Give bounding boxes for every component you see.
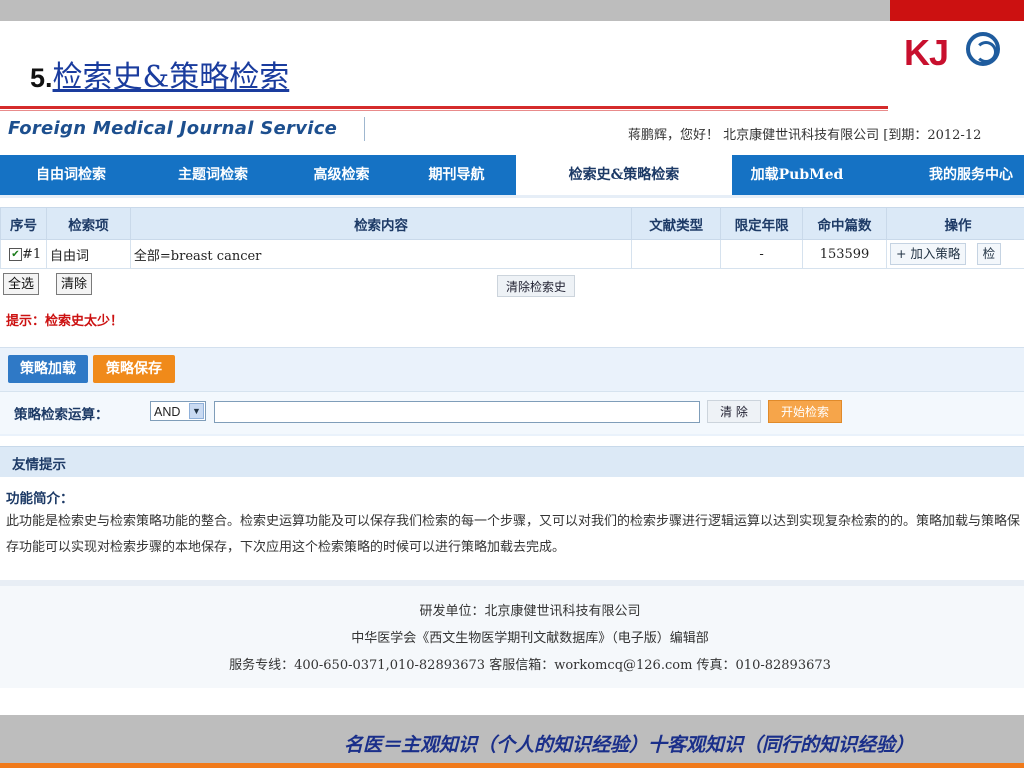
kj-logo-ring-icon [966, 32, 1000, 66]
col-header-field: 检索项 [45, 207, 131, 240]
history-tip: 提示：检索史太少！ [6, 314, 124, 329]
title-underline-thin [0, 110, 888, 111]
row-search-button[interactable]: 检 [976, 243, 1002, 265]
tips-header [0, 446, 1024, 477]
row-no: #1 [22, 246, 42, 262]
kj-logo-text: KJ [904, 32, 949, 73]
strategy-load-button[interactable]: 策略加载 [8, 355, 88, 383]
operator-value: AND [154, 405, 181, 419]
strategy-clear-button[interactable]: 清 除 [707, 400, 761, 423]
tips-title: 友情提示 [12, 457, 66, 473]
col-header-content: 检索内容 [129, 207, 633, 240]
title-underline [0, 106, 888, 109]
clear-selection-button[interactable]: 清除 [56, 273, 93, 295]
nav-tab-free-text[interactable]: 自由词检索 [0, 155, 142, 195]
slide-footer-quote: 名医＝主观知识（个人的知识经验）十客观知识（同行的知识经验） [344, 734, 915, 756]
nav-tab-pubmed[interactable]: 加载PubMed [732, 155, 862, 195]
row-years: - [720, 239, 804, 269]
col-header-no: 序号 [0, 207, 47, 240]
slide-title-number: 5. [30, 63, 53, 93]
row-content: 全部=breast cancer [129, 239, 633, 269]
slide-bottom-accent [0, 763, 1024, 768]
col-header-actions: 操作 [885, 207, 1024, 240]
nav-tab-service-center[interactable]: 我的服务中心 [906, 155, 1024, 195]
col-header-doctype: 文献类型 [631, 207, 722, 240]
table-row: ✔ #1 自由词 全部=breast cancer - 153599 + 加入策略… [0, 239, 1024, 269]
col-header-years: 限定年限 [720, 207, 804, 240]
page-footer: 研发单位：北京康健世讯科技有限公司 中华医学会《西文生物医学期刊文献数据库》（电… [0, 586, 1024, 688]
start-search-button[interactable]: 开始检索 [768, 400, 842, 423]
header-divider [364, 117, 365, 141]
footer-developer: 研发单位：北京康健世讯科技有限公司 [419, 604, 641, 619]
row-doctype [631, 239, 722, 269]
history-header-row: 序号 检索项 检索内容 文献类型 限定年限 命中篇数 操作 [0, 207, 1024, 240]
history-table: 序号 检索项 检索内容 文献类型 限定年限 命中篇数 操作 ✔ #1 自由词 全部… [0, 207, 1024, 269]
strategy-operation-label: 策略检索运算： [14, 407, 109, 423]
user-info: 蒋鹏辉，您好！ 北京康健世讯科技有限公司 [到期：2012-12 [628, 128, 982, 143]
nav-tab-subject[interactable]: 主题词检索 [142, 155, 284, 195]
add-to-strategy-button[interactable]: + 加入策略 [889, 243, 967, 265]
strategy-expression-input[interactable] [214, 401, 700, 423]
function-intro-text: 此功能是检索史与检索策略功能的整合。检索史运算功能及可以保存我们检索的每一个步骤… [6, 514, 1021, 555]
clear-history-button[interactable]: 清除检索史 [497, 275, 576, 297]
footer-publisher: 中华医学会《西文生物医学期刊文献数据库》（电子版）编辑部 [351, 631, 709, 646]
row-no-cell: ✔ #1 [0, 239, 47, 269]
operator-select[interactable]: AND ▼ [150, 401, 206, 421]
nav-tab-journals[interactable]: 期刊导航 [399, 155, 514, 195]
slide-top-accent [890, 0, 1024, 21]
slide-title: 5.检索史&策略检索 [30, 52, 289, 96]
kj-logo: KJ [904, 30, 1004, 76]
col-header-hits: 命中篇数 [802, 207, 887, 240]
slide-top-bar [0, 0, 890, 21]
main-nav: 自由词检索 主题词检索 高级检索 期刊导航 检索史&策略检索 加载PubMed … [0, 155, 1024, 198]
row-field: 自由词 [45, 239, 131, 269]
nav-tab-advanced[interactable]: 高级检索 [284, 155, 399, 195]
row-checkbox[interactable]: ✔ [9, 247, 22, 261]
strategy-save-button[interactable]: 策略保存 [93, 355, 175, 383]
row-actions: + 加入策略 检 [885, 239, 1024, 269]
select-all-button[interactable]: 全选 [3, 273, 40, 295]
row-hits: 153599 [802, 239, 887, 269]
chevron-down-icon[interactable]: ▼ [189, 403, 204, 419]
slide-title-link[interactable]: 检索史&策略检索 [53, 60, 290, 95]
function-intro-title: 功能简介： [6, 491, 74, 507]
app-logo[interactable]: Foreign Medical Journal Service [8, 118, 337, 139]
footer-contact: 服务专线：400-650-0371,010-82893673 客服信箱：work… [229, 658, 831, 673]
nav-tab-history-strategy[interactable]: 检索史&策略检索 [516, 155, 732, 195]
